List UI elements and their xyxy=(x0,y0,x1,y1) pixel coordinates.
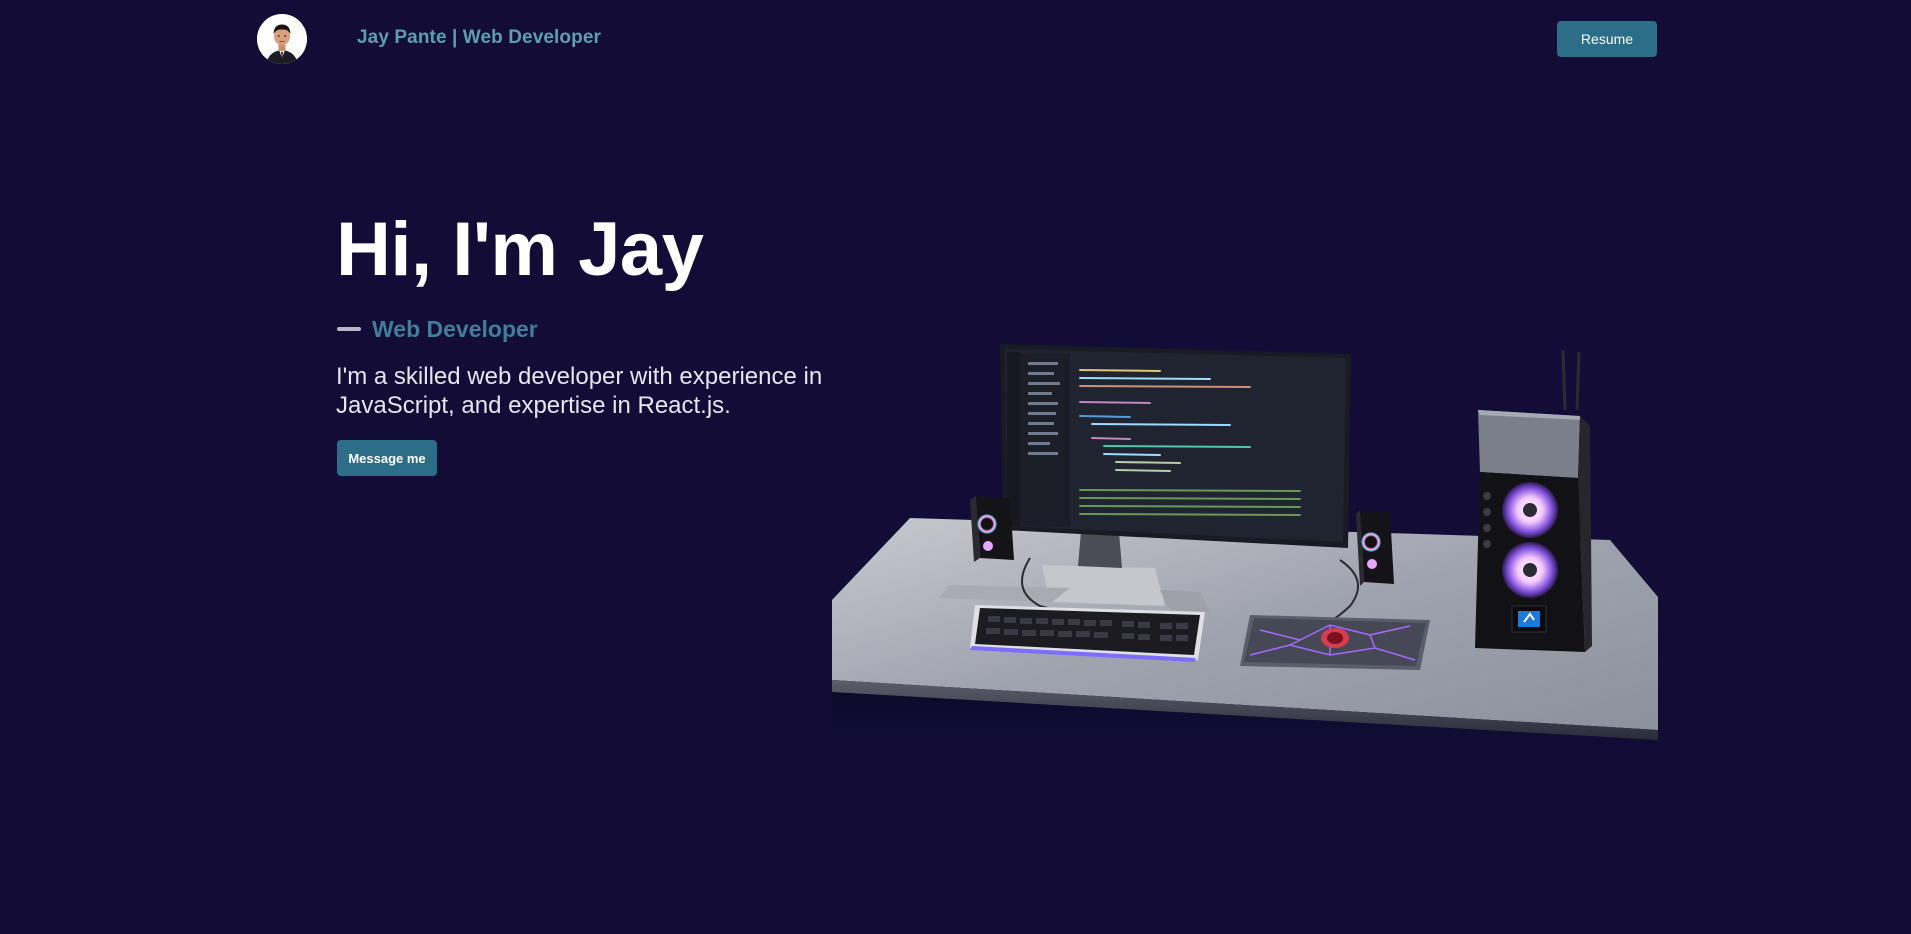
message-button[interactable]: Message me xyxy=(337,440,437,476)
hero-title: Hi, I'm Jay xyxy=(336,207,704,292)
navbar: Jay Pante | Web Developer Resume xyxy=(0,0,1911,78)
desk-scene-illustration xyxy=(830,330,1660,760)
brand-title[interactable]: Jay Pante | Web Developer xyxy=(357,27,601,49)
avatar-icon xyxy=(257,14,307,64)
dash-icon xyxy=(337,327,361,331)
resume-button[interactable]: Resume xyxy=(1557,21,1657,57)
subtitle-row: Web Developer xyxy=(337,314,538,344)
hero-bio: I'm a skilled web developer with experie… xyxy=(336,363,823,419)
hero-subtitle: Web Developer xyxy=(372,315,538,342)
avatar[interactable] xyxy=(257,14,307,64)
